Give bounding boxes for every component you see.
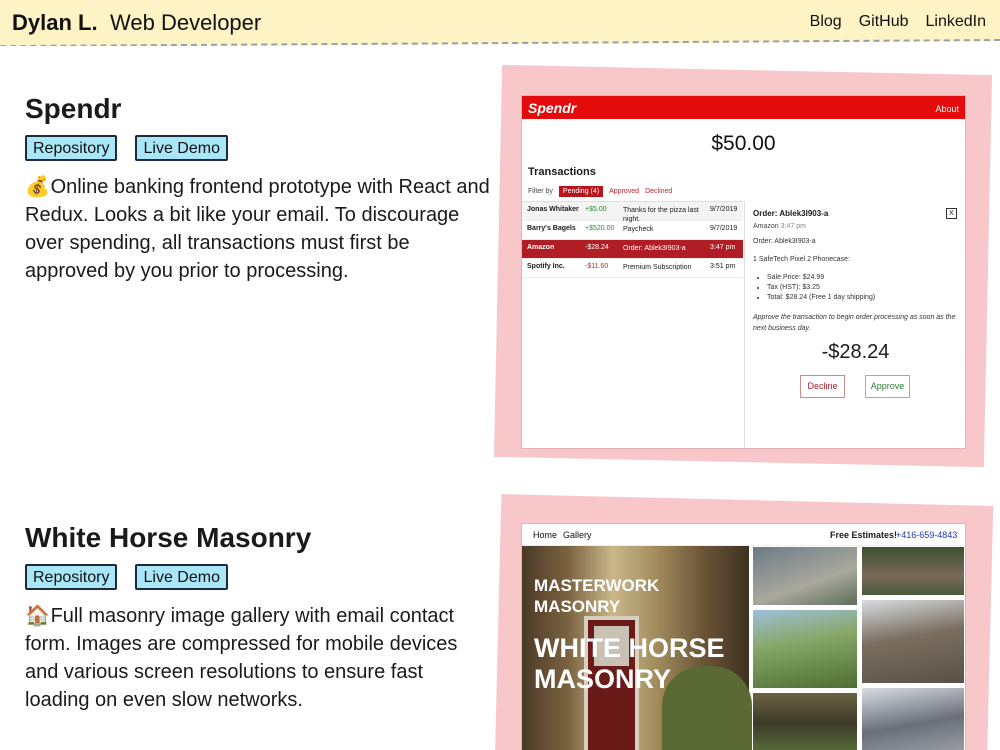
tx-name: Barry's Bagels — [527, 225, 576, 232]
transaction-detail-panel: Order: Ablek3I903-a X Amazon 3:47 pm Ord… — [744, 201, 965, 448]
gallery-photo-patio — [752, 546, 858, 606]
price-line: Total: $28.24 (Free 1 day shipping) — [767, 293, 875, 303]
phone-number: +416-659-4843 — [896, 530, 958, 540]
transaction-row: Barry's Bagels +$520.00 Paycheck 9/7/201… — [522, 221, 743, 240]
tx-date: 9/7/2019 — [710, 206, 738, 213]
money-bag-icon: 💰 — [25, 176, 50, 198]
tx-desc: Paycheck — [623, 226, 654, 233]
gallery-photo-stone-house — [861, 599, 965, 684]
transaction-row-selected: Amazon -$28.24 Order: Ablek3I903-a 3:47 … — [522, 240, 743, 259]
hero-subtitle: MASTERWORK MASONRY — [534, 575, 659, 617]
hero-subtitle-line: MASTERWORK — [534, 576, 660, 595]
brand-role: Web Developer — [110, 10, 262, 35]
repository-button[interactable]: Repository — [25, 564, 118, 590]
tx-amount: -$11.60 — [585, 263, 609, 270]
detail-time: 3:47 pm — [780, 223, 806, 230]
detail-note: Approve the transaction to begin order p… — [753, 314, 956, 332]
transaction-filter: Filter by Pending (4) Approved Declined — [528, 186, 672, 197]
decline-button: Decline — [800, 375, 845, 398]
tx-date: 3:47 pm — [710, 244, 736, 251]
live-demo-button[interactable]: Live Demo — [135, 135, 228, 161]
tx-name: Spotify Inc. — [527, 263, 565, 270]
project-links: Repository Live Demo — [25, 135, 228, 161]
masonry-navbar: Home Gallery Free Estimates! +416-659-48… — [522, 524, 965, 546]
filter-declined: Declined — [645, 188, 673, 195]
site-header: Dylan L. Web Developer Blog GitHub Linke… — [0, 0, 1000, 46]
masonry-nav-gallery: Gallery — [563, 530, 592, 540]
nav-link-blog[interactable]: Blog — [810, 13, 842, 31]
tx-name: Jonas Whitaker — [527, 206, 579, 213]
spendr-navbar: Spendr About — [522, 96, 965, 119]
price-line: Sale Price: $24.99 — [767, 273, 875, 283]
nav-link-github[interactable]: GitHub — [859, 13, 909, 31]
tx-date: 3:51 pm — [710, 263, 736, 270]
close-icon: X — [946, 208, 957, 219]
nav-link-linkedin[interactable]: LinkedIn — [926, 13, 987, 31]
tx-amount: +$5.00 — [585, 206, 607, 213]
hero-title: WHITE HORSE MASONRY — [534, 633, 725, 695]
tx-desc: Premium Subscription — [623, 264, 692, 271]
brand-name[interactable]: Dylan L. — [12, 10, 98, 36]
hero-photo: MASTERWORK MASONRY WHITE HORSE MASONRY — [522, 546, 752, 750]
tx-name: Amazon — [527, 244, 555, 251]
tx-amount: +$520.00 — [585, 225, 615, 232]
detail-total: -$28.24 — [821, 341, 890, 363]
masonry-screenshot[interactable]: Home Gallery Free Estimates! +416-659-48… — [522, 524, 965, 750]
project-links: Repository Live Demo — [25, 564, 228, 590]
spendr-screenshot[interactable]: Spendr About $50.00 Transactions Filter … — [522, 96, 965, 448]
filter-approved: Approved — [609, 188, 640, 195]
project-title: White Horse Masonry — [25, 522, 312, 553]
approve-button: Approve — [865, 375, 910, 398]
detail-order: Order: Ablek3I903-a — [753, 238, 816, 245]
free-estimates-label: Free Estimates! — [830, 530, 898, 540]
detail-merchant: Amazon — [753, 223, 779, 230]
house-icon: 🏠 — [25, 605, 50, 627]
masonry-nav: Home Gallery — [533, 530, 592, 540]
transaction-row: Spotify Inc. -$11.60 Premium Subscriptio… — [522, 259, 743, 278]
gallery-photo-chimney — [861, 687, 965, 750]
project-description: 💰 Online banking frontend prototype with… — [25, 173, 490, 285]
transaction-list: Jonas Whitaker +$5.00 Thanks for the piz… — [522, 201, 743, 278]
transactions-heading: Transactions — [528, 166, 596, 178]
spendr-about-link: About — [935, 104, 959, 114]
spendr-logo: Spendr — [528, 100, 577, 116]
detail-price-list: Sale Price: $24.99 Tax (HST): $3.25 Tota… — [767, 273, 875, 303]
description-text: Online banking frontend prototype with R… — [25, 176, 490, 282]
price-line: Tax (HST): $3.25 — [767, 283, 875, 293]
tx-desc: Order: Ablek3I903-a — [623, 245, 686, 252]
repository-button[interactable]: Repository — [25, 135, 118, 161]
filter-label: Filter by — [528, 188, 553, 195]
filter-pending: Pending (4) — [558, 186, 604, 197]
detail-item: 1 SafeTech Pixel 2 Phonecase: — [753, 256, 850, 263]
hero-title-line: MASONRY — [534, 664, 672, 694]
gallery-photo-wall — [861, 546, 965, 596]
hero-subtitle-line: MASONRY — [534, 597, 621, 616]
tx-amount: -$28.24 — [585, 244, 609, 251]
masonry-nav-home: Home — [533, 530, 558, 540]
gallery-photo-pond — [752, 692, 858, 750]
description-text: Full masonry image gallery with email co… — [25, 605, 458, 711]
project-description: 🏠 Full masonry image gallery with email … — [25, 602, 490, 714]
detail-meta: Amazon 3:47 pm — [753, 223, 806, 230]
project-title: Spendr — [25, 93, 122, 124]
account-balance: $50.00 — [711, 132, 776, 155]
hero-title-line: WHITE HORSE — [534, 633, 725, 663]
gallery-photo-garden — [752, 609, 858, 689]
live-demo-button[interactable]: Live Demo — [135, 564, 228, 590]
top-nav: Blog GitHub LinkedIn — [810, 13, 986, 31]
detail-title: Order: Ablek3I903-a — [753, 209, 829, 218]
tx-date: 9/7/2019 — [710, 225, 738, 232]
transaction-row: Jonas Whitaker +$5.00 Thanks for the piz… — [522, 202, 743, 223]
